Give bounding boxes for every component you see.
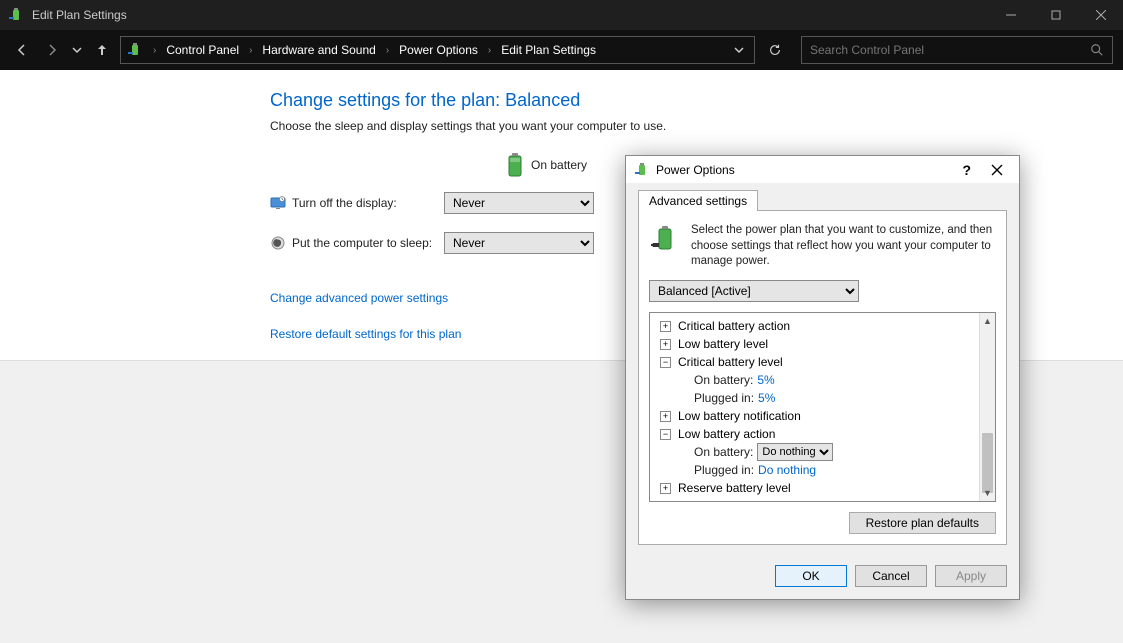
row-display-label: Turn off the display:: [292, 196, 444, 210]
chevron-right-icon[interactable]: ›: [247, 45, 254, 56]
collapse-icon[interactable]: −: [660, 357, 671, 368]
expand-icon[interactable]: +: [660, 321, 671, 332]
dialog-help-button[interactable]: ?: [962, 162, 971, 178]
page-subheading: Choose the sleep and display settings th…: [270, 119, 1123, 133]
scroll-up-icon[interactable]: ▲: [980, 313, 995, 329]
power-options-dialog: Power Options ? Advanced settings Select…: [625, 155, 1020, 600]
up-button[interactable]: [90, 38, 114, 62]
tab-panel: Select the power plan that you want to c…: [638, 210, 1007, 545]
crit-battery-value[interactable]: 5%: [757, 371, 774, 389]
crumb-hardware-sound[interactable]: Hardware and Sound: [258, 41, 379, 59]
sleep-battery-select[interactable]: Never: [444, 232, 594, 254]
sleep-icon: [270, 235, 286, 251]
page-heading: Change settings for the plan: Balanced: [270, 90, 1123, 111]
tree-leaf-lowaction-plugged[interactable]: Plugged in: Do nothing: [694, 461, 975, 479]
tree-content[interactable]: +Critical battery action +Low battery le…: [650, 313, 979, 501]
tab-advanced-settings[interactable]: Advanced settings: [638, 190, 758, 211]
dialog-body: Advanced settings Select the power plan …: [626, 183, 1019, 555]
restore-plan-defaults-button[interactable]: Restore plan defaults: [849, 512, 996, 534]
minimize-button[interactable]: [988, 0, 1033, 30]
crumb-control-panel[interactable]: Control Panel: [162, 41, 243, 59]
chevron-down-icon[interactable]: [730, 45, 748, 55]
location-icon: [127, 42, 143, 58]
scroll-down-icon[interactable]: ▼: [980, 485, 995, 501]
dialog-titlebar: Power Options ?: [626, 156, 1019, 183]
settings-tree: +Critical battery action +Low battery le…: [649, 312, 996, 502]
tree-leaf-crit-plugged[interactable]: Plugged in: 5%: [694, 389, 975, 407]
plan-select[interactable]: Balanced [Active]: [649, 280, 859, 302]
breadcrumb[interactable]: › Control Panel › Hardware and Sound › P…: [120, 36, 755, 64]
chevron-right-icon[interactable]: ›: [384, 45, 391, 56]
close-button[interactable]: [1078, 0, 1123, 30]
forward-button[interactable]: [40, 38, 64, 62]
scrollbar-thumb[interactable]: [982, 433, 993, 493]
crit-plugged-value[interactable]: 5%: [758, 389, 775, 407]
dialog-button-row: OK Cancel Apply: [626, 555, 1019, 599]
expand-icon[interactable]: +: [660, 339, 671, 350]
link-restore-defaults[interactable]: Restore default settings for this plan: [270, 327, 461, 341]
chevron-right-icon[interactable]: ›: [151, 45, 158, 56]
tree-scrollbar[interactable]: ▲ ▼: [979, 313, 995, 501]
ok-button[interactable]: OK: [775, 565, 847, 587]
panel-description: Select the power plan that you want to c…: [649, 223, 996, 270]
low-action-battery-select[interactable]: Do nothing: [757, 443, 833, 461]
tree-leaf-lowaction-battery[interactable]: On battery: Do nothing: [694, 443, 975, 461]
dialog-icon: [634, 162, 650, 178]
apply-button[interactable]: Apply: [935, 565, 1007, 587]
maximize-button[interactable]: [1033, 0, 1078, 30]
app-icon: [8, 7, 24, 23]
cancel-button[interactable]: Cancel: [855, 565, 927, 587]
window-title: Edit Plan Settings: [32, 8, 127, 22]
refresh-button[interactable]: [761, 36, 789, 64]
crumb-power-options[interactable]: Power Options: [395, 41, 482, 59]
display-battery-select[interactable]: Never: [444, 192, 594, 214]
dialog-title: Power Options: [656, 163, 962, 177]
expand-icon[interactable]: +: [660, 483, 671, 494]
chevron-right-icon[interactable]: ›: [486, 45, 493, 56]
recent-dropdown[interactable]: [70, 38, 84, 62]
search-input[interactable]: [810, 43, 1090, 57]
crumb-edit-plan[interactable]: Edit Plan Settings: [497, 41, 600, 59]
column-on-battery: On battery: [531, 158, 587, 172]
display-icon: [270, 195, 286, 211]
tree-item-critical-action[interactable]: +Critical battery action: [678, 317, 975, 335]
row-sleep-label: Put the computer to sleep:: [292, 236, 444, 250]
tree-item-low-level[interactable]: +Low battery level: [678, 335, 975, 353]
collapse-icon[interactable]: −: [660, 429, 671, 440]
nav-bar: › Control Panel › Hardware and Sound › P…: [0, 30, 1123, 70]
tab-strip: Advanced settings: [638, 189, 1007, 210]
tree-item-critical-level[interactable]: −Critical battery level: [678, 353, 975, 371]
power-plan-icon: [649, 223, 681, 255]
tree-item-low-notif[interactable]: +Low battery notification: [678, 407, 975, 425]
tree-leaf-crit-battery[interactable]: On battery: 5%: [694, 371, 975, 389]
link-advanced-settings[interactable]: Change advanced power settings: [270, 291, 448, 305]
titlebar: Edit Plan Settings: [0, 0, 1123, 30]
back-button[interactable]: [10, 38, 34, 62]
tree-item-low-action[interactable]: −Low battery action: [678, 425, 975, 443]
search-box[interactable]: [801, 36, 1113, 64]
tree-item-reserve[interactable]: +Reserve battery level: [678, 479, 975, 497]
battery-icon: [505, 151, 525, 179]
panel-description-text: Select the power plan that you want to c…: [691, 223, 996, 270]
expand-icon[interactable]: +: [660, 411, 671, 422]
search-icon[interactable]: [1090, 43, 1104, 57]
dialog-close-button[interactable]: [983, 160, 1011, 180]
low-action-plugged-value[interactable]: Do nothing: [758, 461, 816, 479]
